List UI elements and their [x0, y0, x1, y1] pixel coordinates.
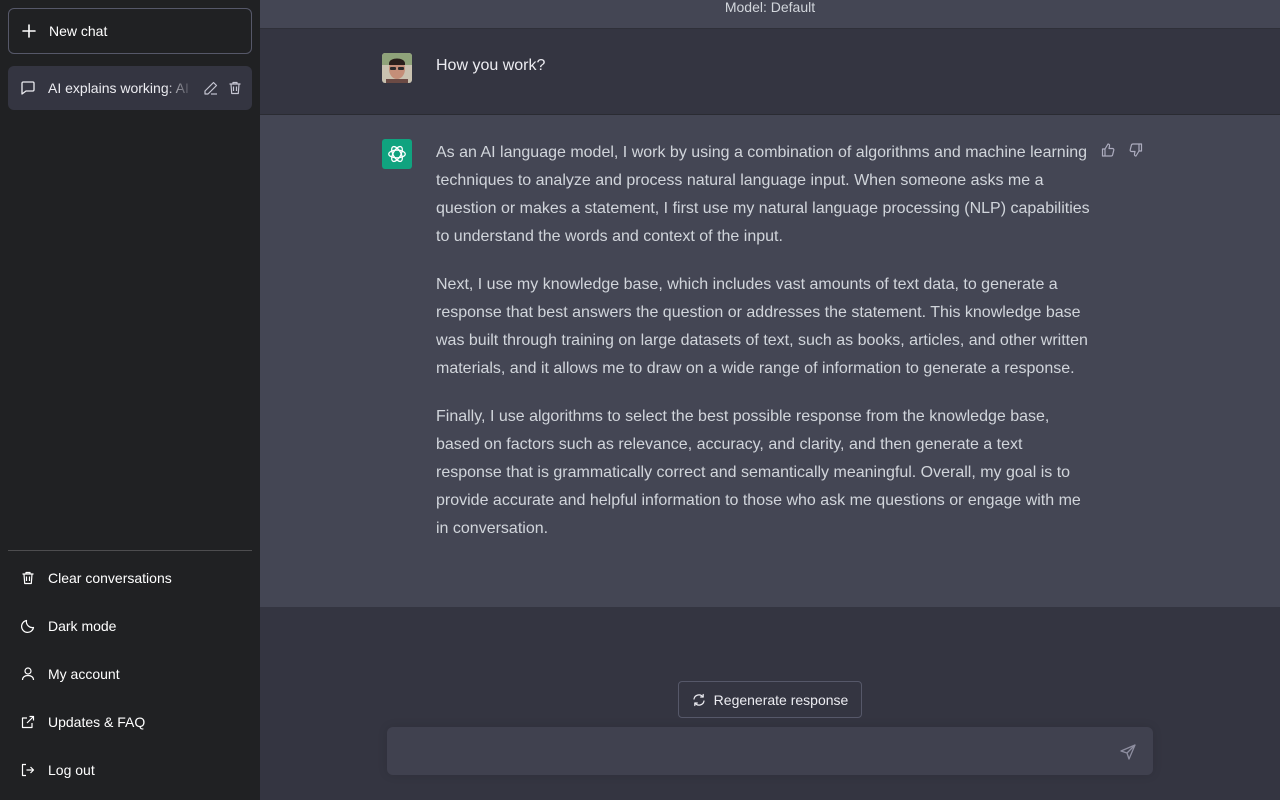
assistant-paragraph: As an AI language model, I work by using…: [436, 144, 1090, 245]
refresh-icon: [692, 693, 706, 707]
assistant-paragraph: Finally, I use algorithms to select the …: [436, 408, 1081, 537]
assistant-message-text: As an AI language model, I work by using…: [436, 139, 1091, 563]
menu-label: Clear conversations: [48, 570, 172, 586]
delete-icon[interactable]: [227, 80, 243, 96]
user-avatar: [382, 53, 412, 83]
updates-faq-link[interactable]: Updates & FAQ: [8, 698, 252, 746]
message-input[interactable]: [387, 727, 1087, 775]
log-out-button[interactable]: Log out: [8, 746, 252, 794]
main-panel: Model: Default How you work? As an AI la…: [260, 0, 1280, 800]
menu-label: Dark mode: [48, 618, 117, 634]
assistant-logo-icon: [382, 139, 412, 169]
thumbs-up-icon[interactable]: [1100, 142, 1116, 158]
new-chat-label: New chat: [49, 23, 108, 39]
my-account-button[interactable]: My account: [8, 650, 252, 698]
dark-mode-button[interactable]: Dark mode: [8, 602, 252, 650]
menu-label: My account: [48, 666, 120, 682]
user-message-text: How you work?: [436, 57, 546, 74]
model-indicator: Model: Default: [260, 0, 1280, 29]
menu-label: Log out: [48, 762, 95, 778]
user-icon: [20, 666, 36, 682]
message-composer: [387, 727, 1153, 775]
logout-icon: [20, 762, 36, 778]
assistant-message: As an AI language model, I work by using…: [260, 115, 1280, 607]
trash-icon: [20, 570, 36, 586]
external-link-icon: [20, 714, 36, 730]
sidebar-divider: [8, 550, 252, 551]
user-message: How you work?: [260, 29, 1280, 115]
feedback-buttons: [1100, 142, 1144, 158]
moon-icon: [20, 618, 36, 634]
new-chat-button[interactable]: New chat: [8, 8, 252, 54]
regenerate-label: Regenerate response: [713, 691, 849, 708]
send-icon[interactable]: [1119, 743, 1137, 761]
regenerate-response-button[interactable]: Regenerate response: [678, 681, 862, 718]
sidebar: New chat AI explains working: AI languag…: [0, 0, 260, 800]
menu-label: Updates & FAQ: [48, 714, 146, 730]
clear-conversations-button[interactable]: Clear conversations: [8, 554, 252, 602]
plus-icon: [21, 23, 37, 39]
conversation-item[interactable]: AI explains working: AI language model: [8, 66, 252, 110]
thumbs-down-icon[interactable]: [1128, 142, 1144, 158]
sidebar-menu: Clear conversations Dark mode My account…: [8, 554, 252, 794]
edit-icon[interactable]: [203, 80, 219, 96]
assistant-paragraph: Next, I use my knowledge base, which inc…: [436, 276, 1088, 377]
message-icon: [20, 80, 36, 96]
conversation-title: AI explains working: AI language model: [48, 80, 193, 96]
